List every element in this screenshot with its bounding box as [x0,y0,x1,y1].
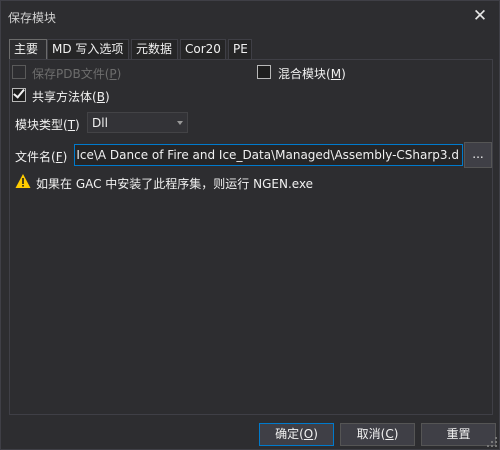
module-type-label: 模块类型(T) [15,118,80,132]
tab-md-write-options[interactable]: MD 写入选项 [47,39,129,60]
tab-label: 主要 [14,42,39,56]
save-pdb-label: 保存PDB文件(P) [32,67,122,81]
browse-button[interactable]: ... [464,142,492,168]
warning-icon [15,174,31,188]
resize-grip-icon[interactable] [487,437,497,447]
close-icon[interactable]: ✕ [467,4,493,28]
tab-label: Cor20 [185,42,221,56]
window-title: 保存模块 [8,11,57,25]
save-module-dialog: 保存模块 ✕ 主要 MD 写入选项 元数据 Cor20 PE 保存PDB文件(P… [0,0,500,450]
cancel-button[interactable]: 取消(C) [340,423,415,446]
module-type-value: Dll [92,116,108,130]
reset-button[interactable]: 重置 [421,423,496,446]
tab-metadata[interactable]: 元数据 [131,39,178,60]
title-bar: 保存模块 ✕ [1,1,499,33]
mixed-module-label: 混合模块(M) [278,67,346,81]
save-pdb-checkbox[interactable] [12,65,26,79]
main-tab-panel [9,59,493,415]
file-name-value: d Ice\A Dance of Fire and Ice_Data\Manag… [74,148,459,162]
warning-text: 如果在 GAC 中安装了此程序集，则运行 NGEN.exe [36,177,314,191]
file-name-input[interactable]: d Ice\A Dance of Fire and Ice_Data\Manag… [74,144,463,166]
tab-label: 元数据 [136,42,173,56]
tab-pe[interactable]: PE [228,39,252,60]
tab-label: PE [233,42,248,56]
checkmark-icon [13,86,25,99]
file-name-label: 文件名(F) [15,150,68,164]
tab-cor20[interactable]: Cor20 [180,39,226,60]
share-method-bodies-checkbox[interactable] [12,86,26,102]
tab-main[interactable]: 主要 [9,39,47,61]
share-method-bodies-label: 共享方法体(B) [32,90,110,104]
mixed-module-checkbox[interactable] [257,65,271,79]
ok-button[interactable]: 确定(O) [259,423,334,446]
tab-label: MD 写入选项 [52,42,124,56]
chevron-down-icon [177,121,183,125]
module-type-select[interactable]: Dll [87,112,188,133]
